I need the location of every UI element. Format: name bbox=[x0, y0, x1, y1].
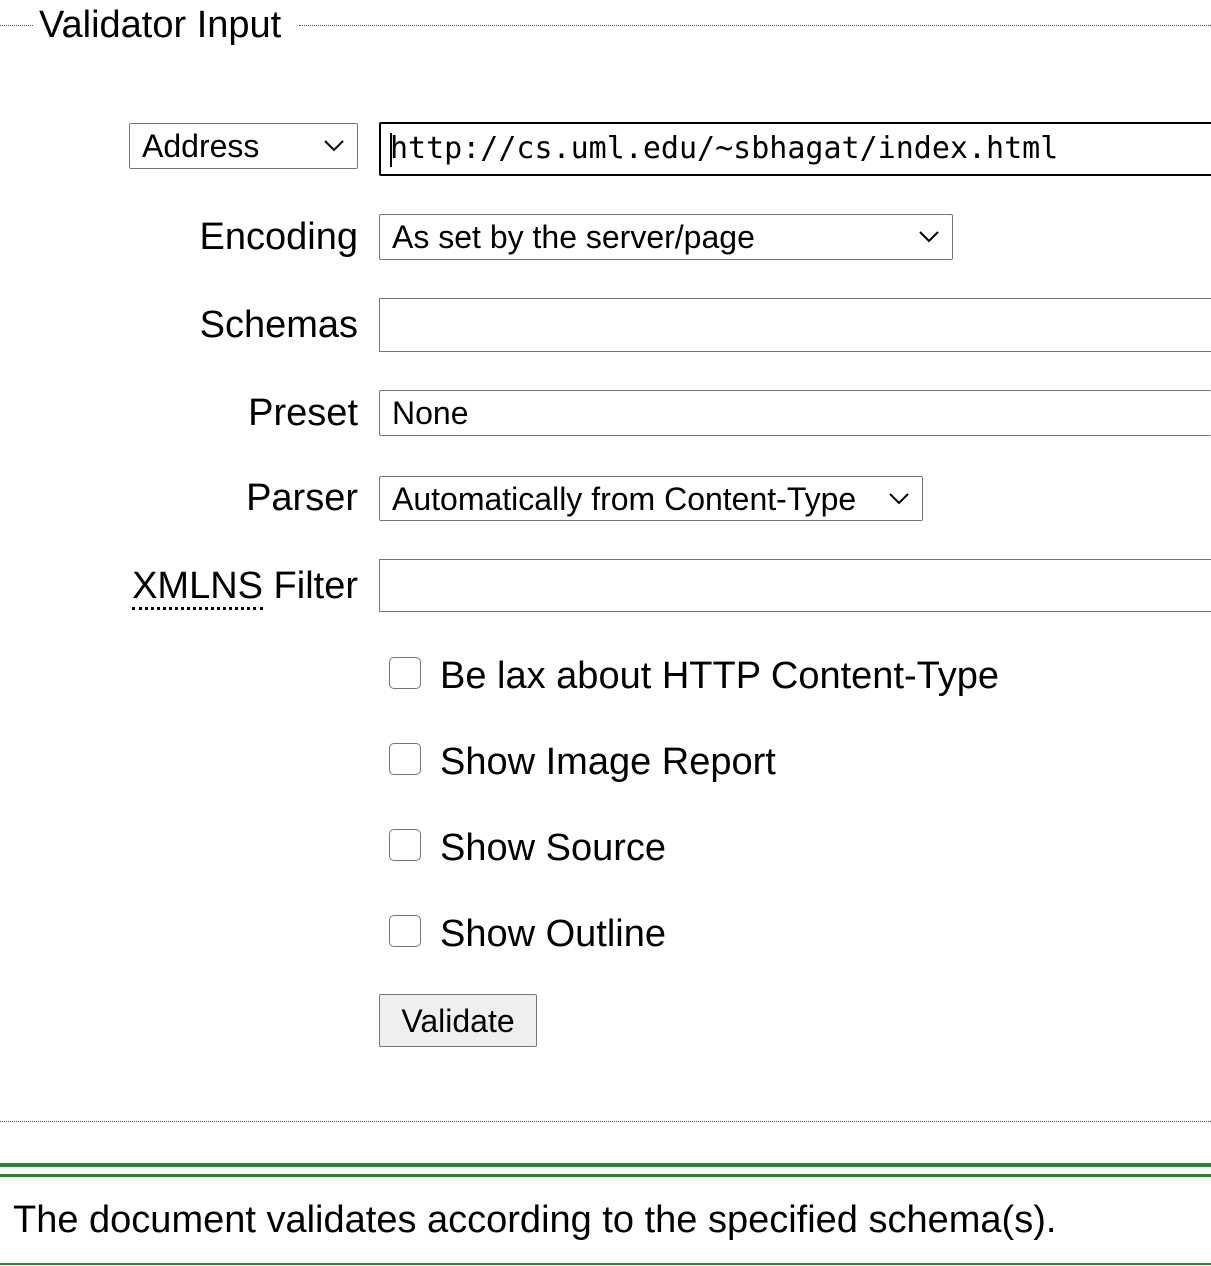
show-source-label: Show Source bbox=[440, 827, 667, 869]
xmlns-abbr: XMLNS bbox=[132, 565, 263, 610]
result-border-bottom bbox=[0, 1263, 1211, 1265]
schemas-label: Schemas bbox=[199, 304, 358, 346]
parser-selected: Automatically from Content-Type bbox=[392, 481, 857, 517]
preset-label: Preset bbox=[248, 392, 358, 434]
text-caret bbox=[390, 133, 392, 167]
preset-select[interactable]: None bbox=[379, 390, 1211, 436]
document-url-value: http://cs.uml.edu/~sbhagat/index.html bbox=[390, 131, 1059, 166]
xmlns-filter-label-rest: Filter bbox=[263, 565, 358, 607]
fieldset-border-left bbox=[0, 25, 33, 26]
encoding-selected: As set by the server/page bbox=[392, 219, 755, 255]
lax-content-type-label: Be lax about HTTP Content-Type bbox=[440, 655, 1000, 697]
parser-label: Parser bbox=[246, 477, 358, 519]
encoding-select[interactable]: As set by the server/page bbox=[379, 214, 953, 260]
show-source-checkbox[interactable] bbox=[389, 829, 421, 861]
xmlns-filter-label: XMLNS Filter bbox=[18, 563, 358, 610]
validation-result-message: The document validates according to the … bbox=[13, 1199, 1057, 1241]
show-image-report-checkbox[interactable] bbox=[389, 743, 421, 775]
xmlns-filter-input[interactable] bbox=[379, 559, 1211, 612]
validate-button[interactable]: Validate bbox=[379, 994, 537, 1047]
show-outline-checkbox[interactable] bbox=[389, 915, 421, 947]
preset-selected: None bbox=[392, 395, 469, 431]
lax-content-type-checkbox[interactable] bbox=[389, 657, 421, 689]
result-border-top-inner bbox=[0, 1174, 1211, 1177]
document-url-input[interactable]: http://cs.uml.edu/~sbhagat/index.html bbox=[379, 122, 1211, 176]
parser-select[interactable]: Automatically from Content-Type bbox=[379, 476, 923, 521]
input-source-selected: Address bbox=[142, 128, 260, 164]
fieldset-legend: Validator Input bbox=[39, 4, 282, 46]
chevron-down-icon bbox=[888, 477, 910, 520]
result-border-top bbox=[0, 1163, 1211, 1167]
show-image-report-label: Show Image Report bbox=[440, 741, 776, 783]
show-outline-label: Show Outline bbox=[440, 913, 667, 955]
encoding-label: Encoding bbox=[199, 216, 358, 258]
fieldset-border-bottom bbox=[0, 1121, 1211, 1122]
chevron-down-icon bbox=[918, 215, 940, 259]
schemas-input[interactable] bbox=[379, 298, 1211, 352]
input-source-select[interactable]: Address bbox=[129, 123, 358, 169]
chevron-down-icon bbox=[323, 124, 345, 168]
fieldset-border-right bbox=[299, 25, 1211, 26]
